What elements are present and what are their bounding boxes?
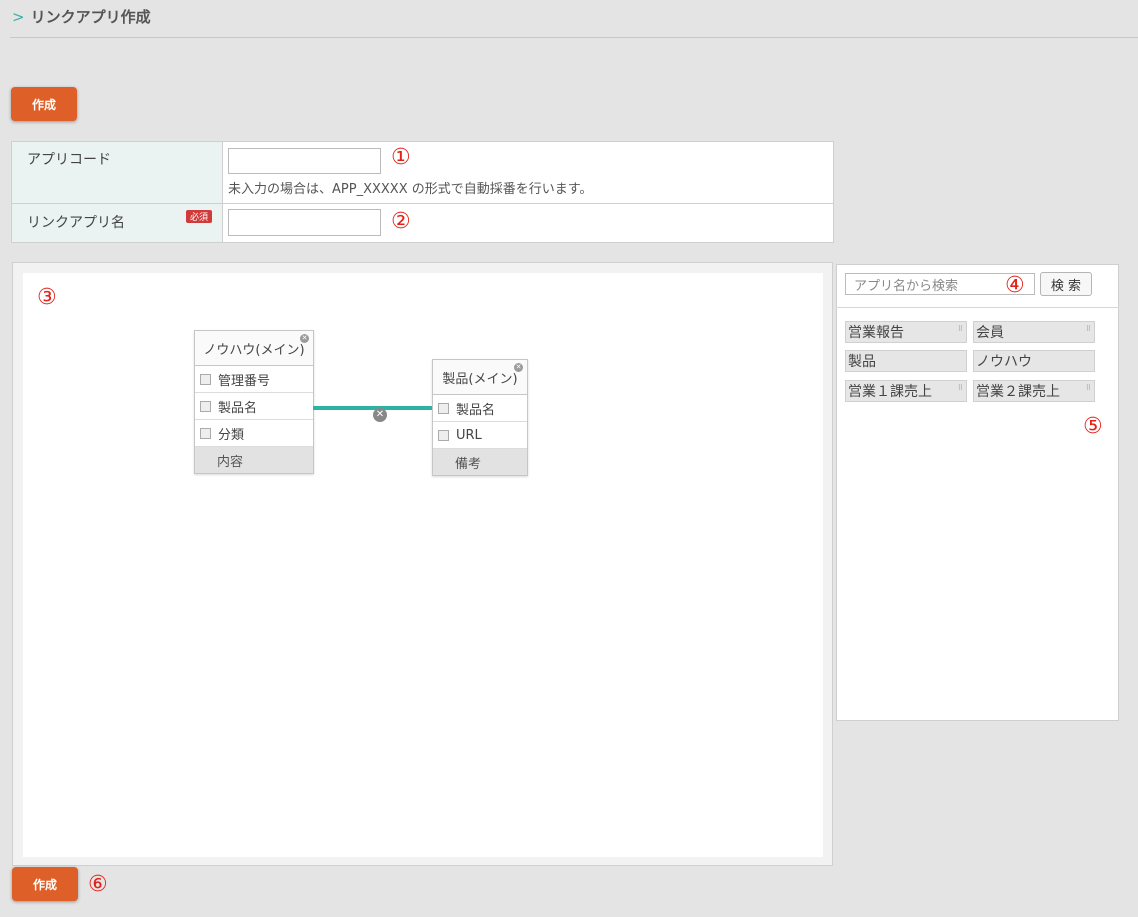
app-list-item[interactable]: 営業１課売上 ⠿	[845, 380, 967, 402]
required-badge: 必須	[186, 210, 212, 223]
link-app-name-label: リンクアプリ名	[27, 215, 125, 231]
app-list-item[interactable]: 営業２課売上 ⠿	[973, 380, 1095, 402]
field-row[interactable]: URL	[433, 422, 527, 449]
marker-1: ①	[391, 145, 411, 170]
marker-6: ⑥	[88, 872, 108, 897]
app-code-input[interactable]	[228, 148, 381, 174]
app-code-label: アプリコード	[27, 152, 111, 168]
app-list-item[interactable]: 会員 ⠿	[973, 321, 1095, 343]
app-box-product[interactable]: 製品(メイン) ✕ 製品名 URL 備考	[432, 359, 528, 476]
app-list-item-label: 営業報告	[848, 325, 904, 341]
field-label: URL	[456, 427, 482, 443]
link-app-name-input[interactable]	[228, 209, 381, 236]
app-list-item-label: 製品	[848, 354, 876, 370]
app-box-knowhow[interactable]: ノウハウ(メイン) ✕ 管理番号 製品名 分類 内容	[194, 330, 314, 474]
app-box-title[interactable]: 製品(メイン) ✕	[433, 360, 527, 395]
field-label: 製品名	[218, 400, 258, 416]
field-row[interactable]: 製品名	[433, 395, 527, 422]
page-title-text: リンクアプリ作成	[30, 8, 151, 26]
checkbox[interactable]	[200, 427, 211, 439]
field-row[interactable]: 分類	[195, 420, 313, 447]
drag-handle-icon[interactable]: ⠿	[958, 384, 963, 392]
link-design-canvas[interactable]	[12, 262, 833, 866]
link-app-name-row: リンクアプリ名 必須	[12, 204, 833, 242]
app-list-item-label: 営業１課売上	[848, 384, 932, 400]
link-connector[interactable]	[313, 406, 432, 410]
app-box-title-text: 製品(メイン)	[442, 371, 518, 387]
page-title: > リンクアプリ作成	[12, 6, 151, 27]
chevron-right-icon: >	[12, 7, 25, 26]
canvas-area[interactable]	[23, 273, 823, 857]
marker-5: ⑤	[1083, 414, 1103, 439]
app-box-title-text: ノウハウ(メイン)	[203, 342, 305, 358]
checkbox[interactable]	[200, 400, 211, 412]
app-list-item-label: ノウハウ	[976, 354, 1032, 370]
field-row-plain: 内容	[195, 447, 313, 473]
app-code-label-cell: アプリコード	[12, 142, 223, 203]
create-button-bottom[interactable]: 作成	[12, 867, 78, 901]
drag-handle-icon[interactable]: ⠿	[958, 325, 963, 333]
app-settings-form: アプリコード 未入力の場合は、APP_XXXXX の形式で自動採番を行います。 …	[11, 141, 834, 243]
app-list-item[interactable]: 営業報告 ⠿	[845, 321, 967, 343]
field-label: 分類	[218, 427, 245, 443]
checkbox[interactable]	[200, 373, 211, 385]
field-row[interactable]: 管理番号	[195, 366, 313, 393]
checkbox[interactable]	[438, 402, 449, 414]
close-icon[interactable]: ✕	[514, 363, 523, 372]
link-app-name-label-cell: リンクアプリ名 必須	[12, 204, 223, 242]
search-button[interactable]: 検 索	[1040, 272, 1092, 296]
marker-4: ④	[1005, 273, 1025, 298]
field-row-plain: 備考	[433, 449, 527, 475]
drag-handle-icon[interactable]: ⠿	[1086, 325, 1091, 333]
app-box-title[interactable]: ノウハウ(メイン) ✕	[195, 331, 313, 366]
drag-handle-icon[interactable]: ⠿	[1086, 384, 1091, 392]
app-list-item-label: 営業２課売上	[976, 384, 1060, 400]
app-code-row: アプリコード 未入力の場合は、APP_XXXXX の形式で自動採番を行います。	[12, 142, 833, 204]
panel-divider	[836, 307, 1119, 308]
close-icon[interactable]: ✕	[300, 334, 309, 343]
app-list-item-label: 会員	[976, 325, 1004, 341]
header-divider	[10, 37, 1138, 38]
remove-link-icon[interactable]: ✕	[373, 408, 387, 422]
app-code-hint: 未入力の場合は、APP_XXXXX の形式で自動採番を行います。	[228, 182, 593, 197]
marker-3: ③	[37, 285, 57, 310]
field-label: 管理番号	[218, 373, 271, 389]
create-button-top[interactable]: 作成	[11, 87, 77, 121]
field-label: 製品名	[456, 402, 496, 418]
app-list-item[interactable]: 製品	[845, 350, 967, 372]
checkbox[interactable]	[438, 429, 449, 441]
field-row[interactable]: 製品名	[195, 393, 313, 420]
marker-2: ②	[391, 209, 411, 234]
app-list-item[interactable]: ノウハウ	[973, 350, 1095, 372]
